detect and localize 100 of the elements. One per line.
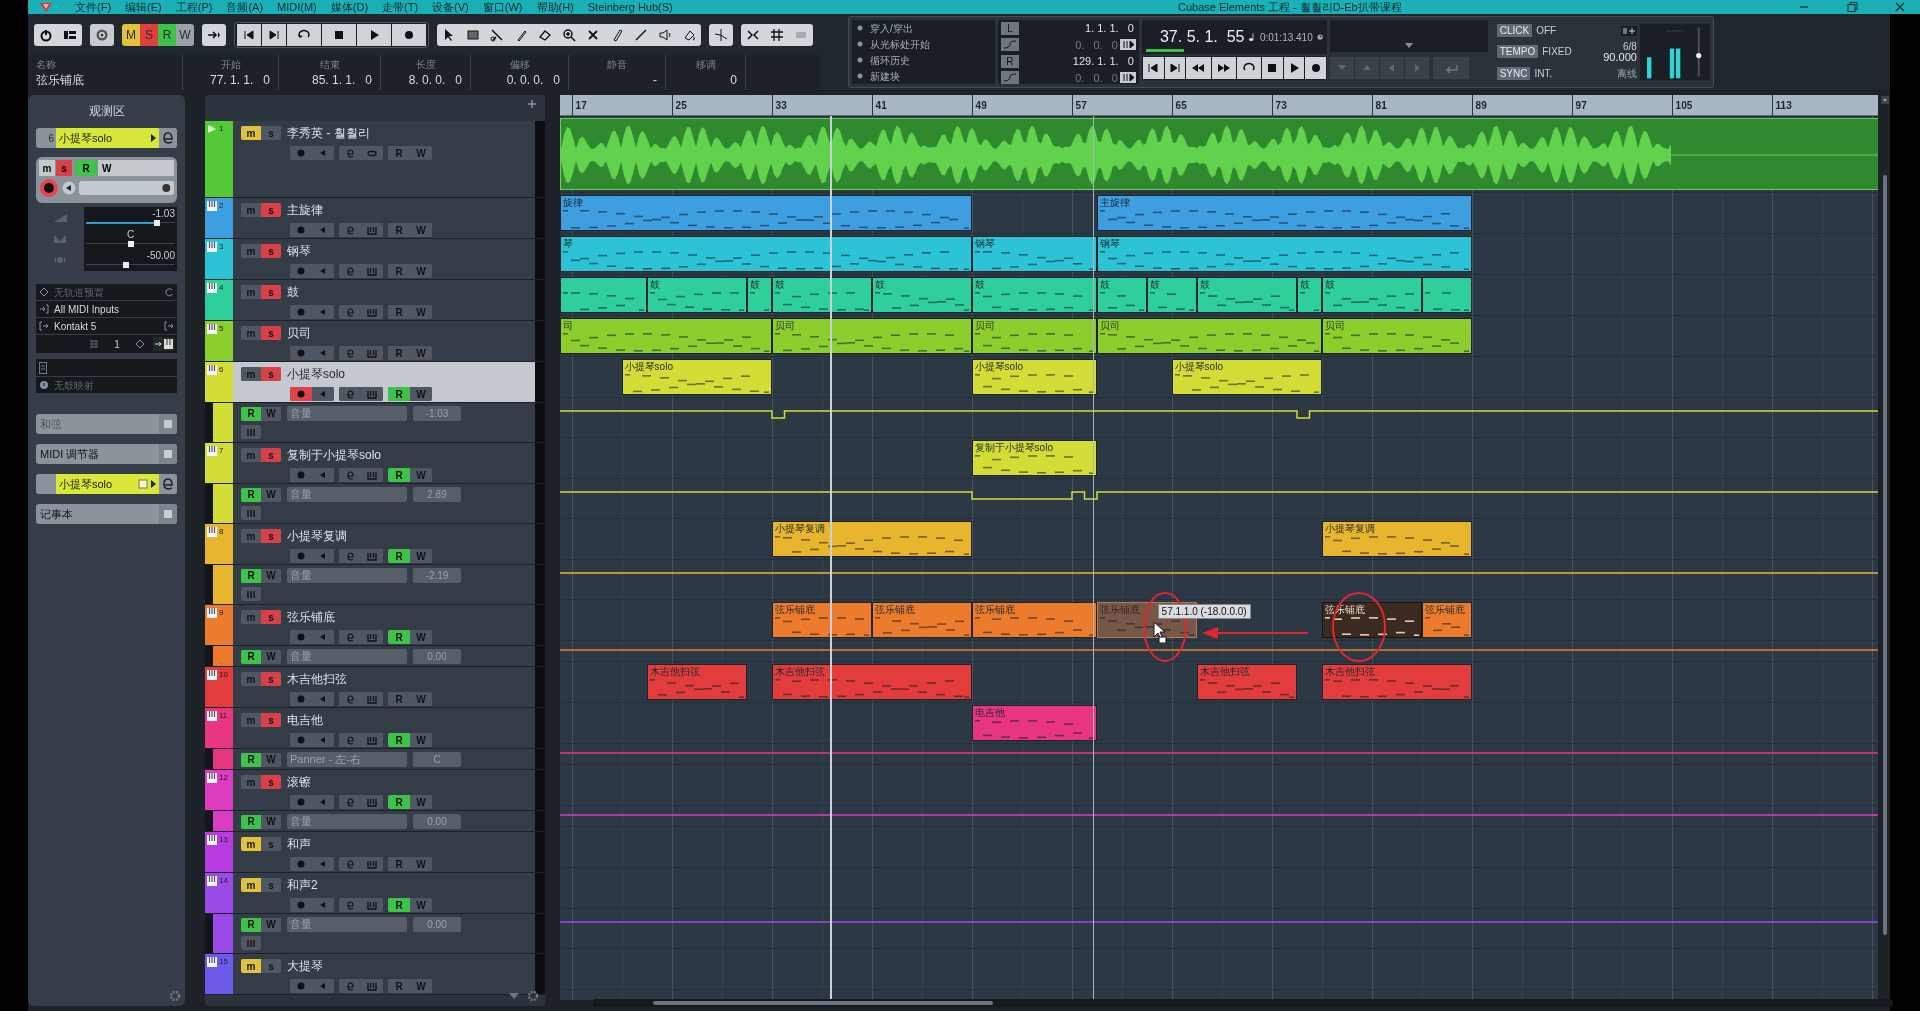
- track-name[interactable]: 和声2: [287, 876, 318, 894]
- mute-button[interactable]: m: [241, 959, 261, 973]
- track-name[interactable]: 电吉他: [287, 711, 323, 729]
- midi-part[interactable]: 贝司: [771, 318, 972, 354]
- midi-part[interactable]: 鼓: [746, 277, 772, 313]
- read-button[interactable]: R: [388, 795, 410, 809]
- midi-part[interactable]: 木吉他扫弦: [771, 664, 972, 700]
- menu-item[interactable]: 媒体(D): [323, 0, 376, 16]
- position-display[interactable]: 37. 5. 1. 55: [1159, 25, 1245, 49]
- punch-option[interactable]: 循环历史: [870, 52, 910, 68]
- midi-part[interactable]: 主旋律: [1096, 195, 1472, 231]
- read-button[interactable]: R: [388, 468, 410, 482]
- track-name[interactable]: 贝司: [287, 324, 311, 342]
- solo-button[interactable]: s: [261, 775, 281, 789]
- midi-part[interactable]: 弦乐铺底: [871, 602, 972, 638]
- solo-button[interactable]: s: [261, 203, 281, 217]
- read-button[interactable]: R: [388, 549, 410, 563]
- midi-part[interactable]: 贝司: [1096, 318, 1322, 354]
- timeline-ruler[interactable]: 17 25 33 41 49 57 65 73 81 89 97 105 113: [559, 95, 1878, 116]
- setting-label[interactable]: SYNC: [1496, 66, 1531, 80]
- track-header[interactable]: 9 m s 弦乐铺底 R W: [205, 605, 545, 646]
- locator-label[interactable]: R: [1000, 54, 1019, 68]
- solo-button[interactable]: s: [56, 160, 72, 176]
- midi-part[interactable]: 电吉他: [971, 705, 1097, 741]
- solo-button[interactable]: s: [261, 326, 281, 340]
- midi-part[interactable]: 复制于小提琴solo: [971, 440, 1097, 476]
- midi-part[interactable]: 鼓: [1296, 277, 1322, 313]
- read-button[interactable]: R: [241, 568, 261, 583]
- field-value[interactable]: -: [653, 71, 657, 88]
- track-name[interactable]: 木吉他扫弦: [287, 670, 347, 688]
- track-name[interactable]: 滚镲: [287, 773, 311, 791]
- mute-button[interactable]: m: [39, 160, 55, 176]
- menu-item[interactable]: Steinberg Hub(S): [580, 0, 680, 16]
- midi-part[interactable]: 小提琴复调: [1321, 521, 1472, 557]
- solo-button[interactable]: s: [261, 610, 281, 624]
- locator-label[interactable]: L: [1000, 21, 1019, 35]
- setting-value[interactable]: All MIDI Inputs: [54, 301, 174, 317]
- solo-button[interactable]: s: [261, 285, 281, 299]
- midi-part[interactable]: 鼓: [771, 277, 872, 313]
- midi-part[interactable]: 鼓: [646, 277, 747, 313]
- midi-part[interactable]: 鼓: [971, 277, 1097, 313]
- track-name[interactable]: 小提琴复调: [287, 527, 347, 545]
- read-button[interactable]: R: [241, 752, 261, 767]
- mode-toggle[interactable]: M: [122, 23, 140, 46]
- read-button[interactable]: R: [388, 733, 410, 747]
- track-name[interactable]: 和声: [287, 835, 311, 853]
- midi-part[interactable]: 小提琴solo: [971, 359, 1097, 395]
- solo-button[interactable]: s: [261, 448, 281, 462]
- midi-part[interactable]: 钢琴: [1096, 236, 1472, 272]
- read-button[interactable]: R: [241, 406, 261, 421]
- midi-part[interactable]: 鼓: [1196, 277, 1297, 313]
- setting-value[interactable]: OFF: [1536, 23, 1557, 39]
- solo-button[interactable]: s: [261, 367, 281, 381]
- mute-button[interactable]: m: [241, 126, 261, 140]
- field-value[interactable]: 85. 1. 1. 0: [311, 71, 372, 88]
- midi-part[interactable]: 小提琴复调: [771, 521, 972, 557]
- read-button[interactable]: R: [388, 630, 410, 644]
- solo-button[interactable]: s: [261, 713, 281, 727]
- read-button[interactable]: R: [241, 649, 261, 664]
- track-name[interactable]: 弦乐铺底: [287, 608, 335, 626]
- punch-option[interactable]: 从光标处开始: [870, 36, 930, 52]
- menu-item[interactable]: 工程(P): [168, 0, 220, 16]
- track-selector[interactable]: 小提琴solo: [56, 474, 159, 494]
- mute-button[interactable]: m: [241, 878, 261, 892]
- read-button[interactable]: R: [75, 160, 97, 176]
- mode-toggle[interactable]: W: [176, 23, 194, 46]
- solo-button[interactable]: s: [261, 529, 281, 543]
- midi-part[interactable]: 鼓: [1146, 277, 1197, 313]
- solo-button[interactable]: s: [261, 672, 281, 686]
- track-header[interactable]: 7 m s 复制于小提琴solo R W: [205, 443, 545, 484]
- midi-part[interactable]: 弦乐铺底: [771, 602, 872, 638]
- mode-toggle[interactable]: R: [158, 23, 176, 46]
- mode-toggle[interactable]: S: [140, 23, 158, 46]
- midi-part[interactable]: 旋律: [559, 195, 972, 231]
- midi-part[interactable]: 鼓: [1096, 277, 1147, 313]
- field-value[interactable]: 77. 1. 1. 0: [209, 71, 270, 88]
- midi-part[interactable]: 小提琴solo: [1171, 359, 1322, 395]
- menu-item[interactable]: 窗口(W): [475, 0, 530, 16]
- menu-item[interactable]: 帮助(H): [529, 0, 581, 16]
- read-button[interactable]: R: [241, 917, 261, 932]
- read-button[interactable]: R: [241, 487, 261, 502]
- track-selector[interactable]: 小提琴solo: [56, 128, 159, 148]
- tempo-value[interactable]: 90.000: [1603, 52, 1637, 62]
- track-header[interactable]: 6 m s 小提琴solo R W: [205, 362, 545, 403]
- midi-part[interactable]: 鼓: [1321, 277, 1422, 313]
- track-name[interactable]: 钢琴: [287, 242, 311, 260]
- field-value[interactable]: 弦乐铺底: [36, 71, 84, 88]
- solo-button[interactable]: s: [261, 244, 281, 258]
- midi-part[interactable]: 弦乐铺底: [971, 602, 1097, 638]
- setting-label[interactable]: TEMPO: [1496, 45, 1539, 59]
- locator-offset[interactable]: 0. 0. 0: [1018, 36, 1120, 53]
- track-header[interactable]: 11 m s 电吉他 R W: [205, 708, 545, 749]
- locator-offset[interactable]: 0. 0. 0: [1018, 69, 1120, 86]
- read-button[interactable]: R: [388, 898, 410, 912]
- setting-value[interactable]: 无轨道预置: [54, 284, 159, 300]
- field-value[interactable]: 0. 0. 0. 0: [506, 71, 560, 88]
- midi-part[interactable]: 鼓: [871, 277, 972, 313]
- setting-value[interactable]: FIXED: [1542, 44, 1572, 60]
- setting-label[interactable]: CLICK: [1496, 24, 1533, 38]
- field-value[interactable]: 8. 0. 0. 0: [408, 71, 462, 88]
